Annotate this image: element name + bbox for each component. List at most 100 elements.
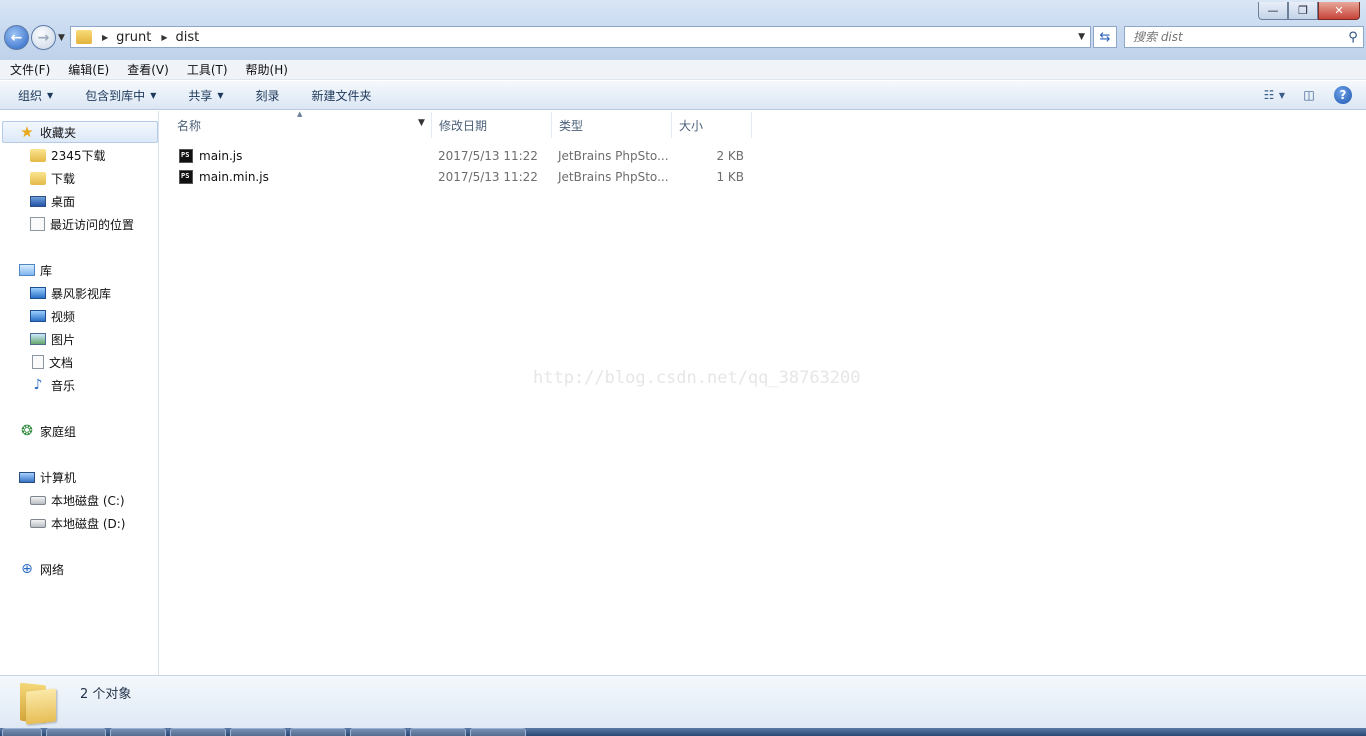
column-header-type[interactable]: 类型 — [552, 112, 672, 138]
minimize-button[interactable]: — — [1258, 2, 1288, 20]
system-drive-icon — [30, 495, 46, 505]
nav-libraries[interactable]: 库 — [0, 259, 52, 281]
view-dropdown[interactable]: ▼ — [1276, 85, 1288, 105]
recent-pages-dropdown[interactable]: ▼ — [58, 33, 65, 43]
file-row[interactable]: PS main.js 2017/5/13 11:22 JetBrains Php… — [176, 145, 756, 166]
breadcrumb-separator-icon[interactable]: ▶ — [161, 33, 167, 42]
film-icon — [30, 310, 46, 322]
view-controls: ☷ ▼ ◫ ? — [1248, 85, 1356, 105]
file-date: 2017/5/13 11:22 — [438, 148, 538, 163]
music-note-icon: ♪ — [33, 377, 43, 393]
nav-item-baofeng-library[interactable]: 暴风影视库 — [0, 282, 111, 304]
forward-arrow-icon: → — [37, 29, 50, 46]
include-in-library-button[interactable]: 包含到库中 ▼ — [67, 87, 170, 104]
organize-button[interactable]: 组织 ▼ — [0, 87, 67, 104]
nav-network[interactable]: ⊕ 网络 — [0, 558, 64, 580]
menu-file[interactable]: 文件(F) — [0, 61, 58, 78]
file-row[interactable]: PS main.min.js 2017/5/13 11:22 JetBrains… — [176, 166, 756, 187]
column-header-size[interactable]: 大小 — [672, 112, 752, 138]
nav-item-label: 最近访问的位置 — [50, 217, 135, 232]
nav-item-label: 桌面 — [51, 194, 76, 209]
window-controls: — ❐ ✕ — [1258, 2, 1360, 20]
watermark: http://blog.csdn.net/qq_38763200 — [533, 368, 861, 388]
nav-libraries-label: 库 — [40, 263, 53, 278]
nav-item-documents[interactable]: 文档 — [0, 351, 73, 373]
menu-tools[interactable]: 工具(T) — [177, 61, 236, 78]
help-button[interactable]: ? — [1330, 85, 1356, 105]
library-icon — [19, 264, 35, 276]
folder-icon — [76, 30, 92, 44]
breadcrumb-separator-icon[interactable]: ▶ — [102, 33, 108, 42]
view-options-icon: ☷ — [1263, 88, 1275, 102]
file-name: main.min.js — [199, 169, 269, 184]
breadcrumb-grunt[interactable]: grunt — [116, 30, 151, 45]
burn-button[interactable]: 刻录 — [238, 87, 294, 104]
phpstorm-file-icon: PS — [179, 148, 193, 163]
star-icon: ★ — [20, 123, 34, 141]
navigation-pane: ★ 收藏夹 2345下载 下载 桌面 最近访问的位置 库 暴风影视库 视频 图片… — [0, 111, 159, 675]
taskbar-app-button[interactable] — [170, 728, 226, 736]
command-bar: 组织 ▼ 包含到库中 ▼ 共享 ▼ 刻录 新建文件夹 ☷ ▼ ◫ ? — [0, 81, 1366, 110]
recent-places-icon — [30, 217, 45, 231]
taskbar-app-button[interactable] — [410, 728, 466, 736]
details-pane: 2 个对象 — [0, 675, 1366, 728]
taskbar-app-button[interactable] — [350, 728, 406, 736]
taskbar-app-button[interactable] — [110, 728, 166, 736]
taskbar-app-button[interactable] — [470, 728, 526, 736]
column-header-date[interactable]: 修改日期 — [432, 112, 552, 138]
search-input[interactable] — [1125, 27, 1343, 47]
column-size-label: 大小 — [679, 118, 704, 133]
file-type: JetBrains PhpSto... — [558, 148, 669, 163]
nav-item-music[interactable]: ♪ 音乐 — [0, 374, 75, 396]
nav-item-drive-c[interactable]: 本地磁盘 (C:) — [0, 489, 125, 511]
menu-view[interactable]: 查看(V) — [117, 61, 177, 78]
forward-button[interactable]: → — [31, 25, 56, 50]
download-folder-icon — [30, 171, 46, 185]
file-size: 2 KB — [716, 148, 744, 163]
share-button[interactable]: 共享 ▼ — [170, 87, 237, 104]
nav-item-recent-places[interactable]: 最近访问的位置 — [0, 213, 134, 235]
refresh-icon: ⇆ — [1099, 29, 1111, 45]
close-button[interactable]: ✕ — [1318, 2, 1360, 20]
start-button[interactable] — [2, 728, 42, 736]
nav-item-label: 本地磁盘 (D:) — [51, 516, 126, 531]
nav-item-videos[interactable]: 视频 — [0, 305, 75, 327]
column-filter-dropdown[interactable]: ▼ — [418, 118, 425, 128]
nav-item-2345-downloads[interactable]: 2345下载 — [0, 144, 106, 166]
search-icon[interactable]: ⚲ — [1343, 30, 1363, 45]
video-library-icon — [30, 287, 46, 299]
nav-computer[interactable]: 计算机 — [0, 466, 76, 488]
address-history-dropdown[interactable]: ▼ — [1078, 32, 1085, 42]
nav-homegroup-label: 家庭组 — [40, 424, 77, 439]
maximize-button[interactable]: ❐ — [1288, 2, 1318, 20]
nav-favorites[interactable]: ★ 收藏夹 — [2, 121, 158, 143]
nav-item-label: 文档 — [49, 355, 74, 370]
help-icon: ? — [1334, 86, 1352, 104]
folder-icon — [30, 148, 46, 162]
nav-homegroup[interactable]: ❂ 家庭组 — [0, 420, 76, 442]
taskbar-app-button[interactable] — [46, 728, 106, 736]
nav-item-downloads[interactable]: 下载 — [0, 167, 75, 189]
preview-pane-button[interactable]: ◫ — [1296, 85, 1322, 105]
nav-computer-label: 计算机 — [40, 470, 77, 485]
refresh-button[interactable]: ⇆ — [1093, 26, 1117, 48]
new-folder-button[interactable]: 新建文件夹 — [294, 87, 386, 104]
menu-edit[interactable]: 编辑(E) — [58, 61, 117, 78]
menu-bar: 文件(F) 编辑(E) 查看(V) 工具(T) 帮助(H) — [0, 60, 1366, 80]
taskbar — [0, 728, 1366, 736]
nav-item-pictures[interactable]: 图片 — [0, 328, 75, 350]
taskbar-app-button[interactable] — [230, 728, 286, 736]
nav-item-drive-d[interactable]: 本地磁盘 (D:) — [0, 512, 125, 534]
taskbar-app-button[interactable] — [290, 728, 346, 736]
document-icon — [32, 355, 44, 369]
desktop-icon — [30, 195, 46, 207]
file-type: JetBrains PhpSto... — [558, 169, 669, 184]
back-button[interactable]: ← — [4, 25, 29, 50]
organize-label: 组织 — [18, 88, 43, 103]
menu-help[interactable]: 帮助(H) — [236, 61, 296, 78]
address-bar[interactable]: ▶ grunt ▶ dist ▼ — [70, 26, 1091, 48]
phpstorm-file-icon: PS — [179, 169, 193, 184]
nav-item-desktop[interactable]: 桌面 — [0, 190, 75, 212]
breadcrumb-dist[interactable]: dist — [176, 30, 200, 45]
folder-icon — [18, 682, 58, 725]
